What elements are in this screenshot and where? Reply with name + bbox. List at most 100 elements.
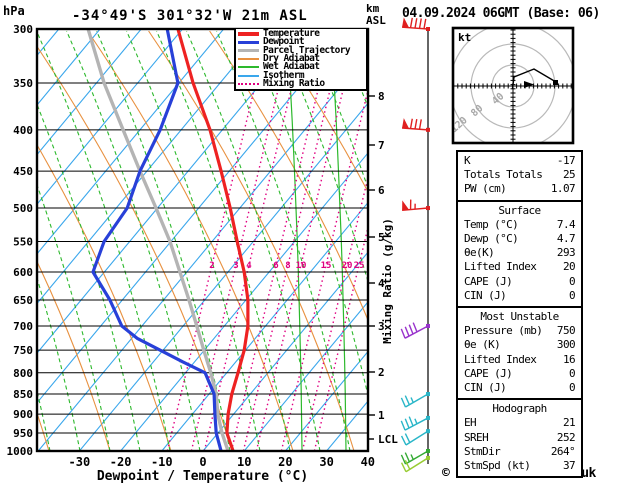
section-header: Surface [498,203,541,217]
stat-value: 0 [568,274,576,288]
parcel-trajectory-curve [86,29,230,451]
svg-text:800: 800 [13,367,33,380]
svg-text:15: 15 [321,261,332,271]
stat-value: 4.7 [556,232,576,246]
stat-value: 20 [562,260,576,274]
stat-row: PW (cm) 1.07 [458,182,581,196]
stat-label: StmSpd (kt) [464,459,531,473]
stat-label: CIN (J) [464,288,507,302]
stat-label: K [464,154,471,167]
stat-label: SREH [464,430,489,444]
stat-row: θe (K) 300 [458,338,581,352]
stat-value: 16 [562,352,576,366]
svg-text:700: 700 [13,320,33,333]
svg-text:950: 950 [13,427,33,440]
legend-line-sample [238,40,259,45]
svg-text:850: 850 [13,388,33,401]
stat-label: CIN (J) [464,381,507,395]
dewpoint-curve [91,29,223,451]
svg-text:20: 20 [342,261,353,271]
temperature-axis-title: Dewpoint / Temperature (°C) [97,469,308,484]
hodograph: 4080120kt [451,26,575,145]
stat-label: Lifted Index [464,260,537,274]
stat-label: Dewp (°C) [464,232,519,246]
pressure-gridlines [37,29,368,451]
svg-text:900: 900 [13,408,33,421]
svg-text:20: 20 [278,455,292,469]
svg-text:10: 10 [296,261,307,271]
wind-barbs [400,17,430,473]
legend-item-mixing-ratio: Mixing Ratio [238,77,366,89]
svg-text:350: 350 [13,77,33,90]
stat-label: PW (cm) [464,182,507,196]
stat-row: SREH 252 [458,431,581,445]
stat-label: Totals Totals [464,168,543,182]
svg-text:0: 0 [199,455,206,469]
stat-label: Lifted Index [464,352,537,366]
svg-text:-20: -20 [110,455,132,469]
panel-section-most-unstable: Most Unstable Pressure (mb) 750 θe (K) 300 Li… [456,306,583,401]
svg-text:6: 6 [378,184,385,197]
stat-label: EH [464,416,477,430]
legend-line-sample [238,32,259,36]
svg-text:4: 4 [246,261,252,271]
stat-row: StmSpd (kt) 37 [458,459,581,473]
stat-row: EH 21 [458,416,581,430]
legend-line-sample [238,58,259,61]
pressure-tick-labels: 300 350 400 450 500 550 600 650 700 750 800 850 900 9… [7,23,34,458]
stat-value: 25 [562,168,576,182]
stat-value: 0 [568,366,576,380]
stat-value: 7.4 [556,217,576,231]
stat-row: Totals Totals 25 [458,168,581,182]
stat-value: 300 [556,338,576,352]
svg-text:1000: 1000 [7,445,34,458]
section-header: Hodograph [492,402,547,416]
svg-text:-10: -10 [151,455,173,469]
svg-text:8: 8 [285,261,290,271]
panel-section-hodograph: Hodograph EH 21 SREH 252 StmDir 264° StmSpd (kt… [456,398,583,479]
legend-item-label: Mixing Ratio [263,77,325,89]
stat-label: θe (K) [464,338,501,352]
stat-value: 21 [562,416,576,430]
mixing-ratio-labels: 2 3 4 6 8 10 15 20 25 [209,261,364,271]
svg-text:600: 600 [13,266,33,279]
sounding-screenshot: hPa -34°49'S 301°32'W 21m ASL km ASL 04.… [0,0,629,486]
svg-text:80: 80 [469,103,485,119]
svg-text:3: 3 [233,261,238,271]
svg-text:30: 30 [319,455,333,469]
stat-row: CAPE (J) 0 [458,367,581,381]
legend-line-sample [238,48,259,53]
stat-value: 264° [550,444,576,458]
svg-text:1: 1 [378,409,385,422]
stat-value: 252 [556,430,576,444]
plot-border [35,27,370,453]
stat-value: 293 [556,246,576,260]
svg-text:2: 2 [378,366,385,379]
stat-row: Lifted Index 20 [458,260,581,274]
stat-row: CAPE (J) 0 [458,275,581,289]
svg-text:7: 7 [378,139,385,152]
legend-line-sample [238,74,259,77]
svg-text:650: 650 [13,294,33,307]
svg-text:8: 8 [378,90,385,103]
mixing-ratio-axis-title: Mixing Ratio (g/kg) [381,218,394,344]
stat-value: -17 [556,154,576,167]
stat-value: 1.07 [550,182,576,196]
stat-label: CAPE (J) [464,366,513,380]
stat-label: Pressure (mb) [464,324,543,338]
temperature-tick-labels: -30 -20 -10 0 10 20 30 40 [69,455,375,469]
hodograph-unit-label: kt [458,31,471,44]
stat-row: CIN (J) 0 [458,289,581,303]
lcl-label: LCL [378,433,398,446]
svg-text:450: 450 [13,165,33,178]
stat-value: 37 [562,459,576,473]
stat-label: StmDir [464,444,501,458]
stat-label: CAPE (J) [464,274,513,288]
stat-value: 0 [568,288,576,302]
panel-section-surface: Surface Temp (°C) 7.4 Dewp (°C) 4.7 θe(K) 293 L… [456,199,583,309]
stat-row: Lifted Index 16 [458,353,581,367]
svg-text:400: 400 [13,124,33,137]
svg-text:2: 2 [209,261,214,271]
svg-text:-30: -30 [69,455,91,469]
stat-row: Temp (°C) 7.4 [458,218,581,232]
